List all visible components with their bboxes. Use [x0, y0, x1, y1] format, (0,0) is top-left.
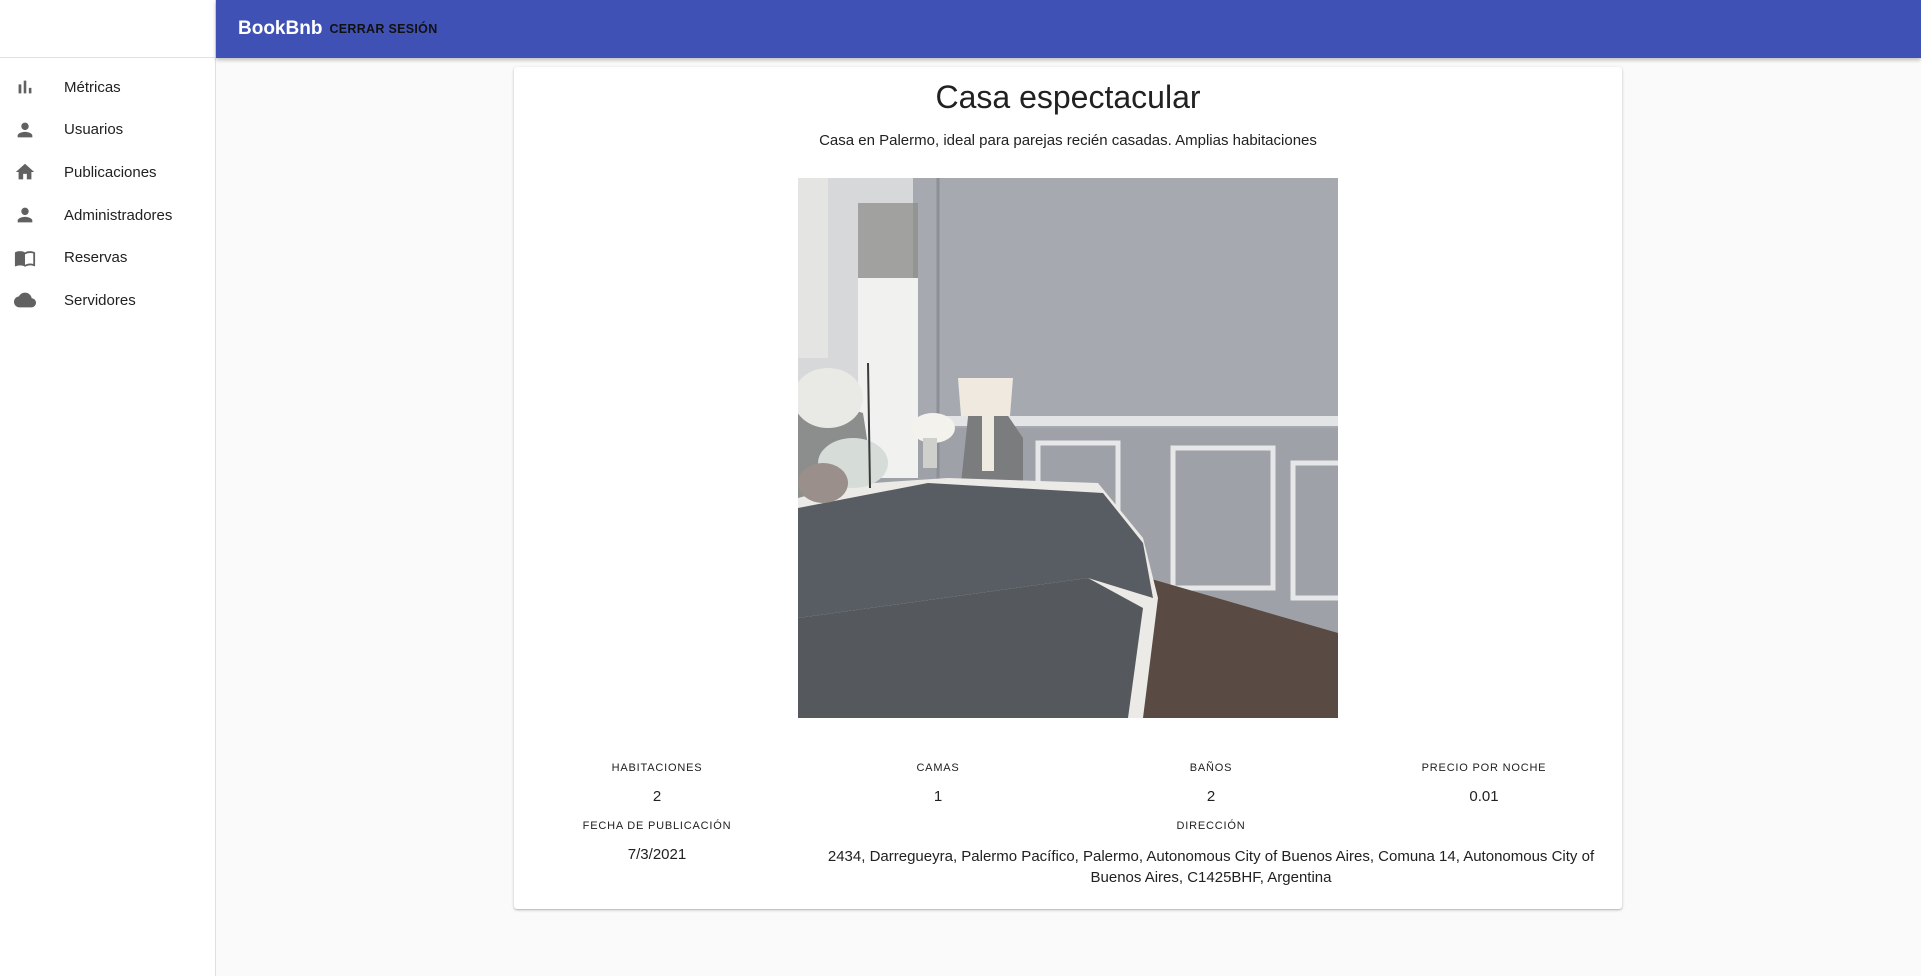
sidebar: Métricas Usuarios Publicaciones Administ… — [0, 0, 216, 976]
listing-title: Casa espectacular — [935, 79, 1201, 115]
sidebar-item-publicaciones[interactable]: Publicaciones — [0, 151, 215, 194]
sidebar-item-label: Usuarios — [64, 121, 124, 139]
logout-button[interactable]: CERRAR SESIÓN — [329, 22, 437, 36]
person-icon — [14, 204, 36, 226]
bar-chart-icon — [14, 76, 36, 98]
app-bar: BookBnb CERRAR SESIÓN — [216, 0, 1921, 58]
sidebar-item-label: Reservas — [64, 249, 128, 267]
sidebar-item-reservas[interactable]: Reservas — [0, 236, 215, 279]
beds-label: CAMAS — [916, 762, 960, 774]
listing-description: Casa en Palermo, ideal para parejas reci… — [819, 132, 1317, 149]
sidebar-header — [0, 0, 215, 58]
sidebar-item-label: Servidores — [64, 291, 136, 309]
publication-date-value: 7/3/2021 — [627, 846, 687, 863]
price-label: PRECIO POR NOCHE — [1421, 762, 1547, 774]
address-label: DIRECCIÓN — [1176, 820, 1246, 832]
beds-value: 1 — [933, 788, 943, 805]
address-value: 2434, Darregueyra, Palermo Pacífico, Pal… — [827, 848, 1595, 886]
listing-card: Casa espectacular Casa en Palermo, ideal… — [514, 67, 1622, 909]
rooms-label: HABITACIONES — [611, 762, 703, 774]
home-icon — [14, 161, 36, 183]
sidebar-item-label: Administradores — [64, 206, 173, 224]
sidebar-item-servidores[interactable]: Servidores — [0, 279, 215, 322]
brand-title: BookBnb — [238, 18, 323, 39]
sidebar-item-metricas[interactable]: Métricas — [0, 66, 215, 109]
price-value: 0.01 — [1469, 788, 1499, 805]
person-icon — [14, 119, 36, 141]
rooms-value: 2 — [652, 788, 662, 805]
cloud-icon — [14, 289, 36, 311]
sidebar-item-administradores[interactable]: Administradores — [0, 194, 215, 237]
bedroom-photo — [798, 178, 1338, 718]
publication-date-label: FECHA DE PUBLICACIÓN — [582, 820, 732, 832]
sidebar-item-usuarios[interactable]: Usuarios — [0, 109, 215, 152]
baths-label: BAÑOS — [1189, 762, 1233, 774]
sidebar-item-label: Publicaciones — [64, 163, 157, 181]
sidebar-item-label: Métricas — [64, 78, 121, 96]
book-icon — [14, 247, 36, 269]
sidebar-nav: Métricas Usuarios Publicaciones Administ… — [0, 58, 215, 322]
baths-value: 2 — [1206, 788, 1216, 805]
